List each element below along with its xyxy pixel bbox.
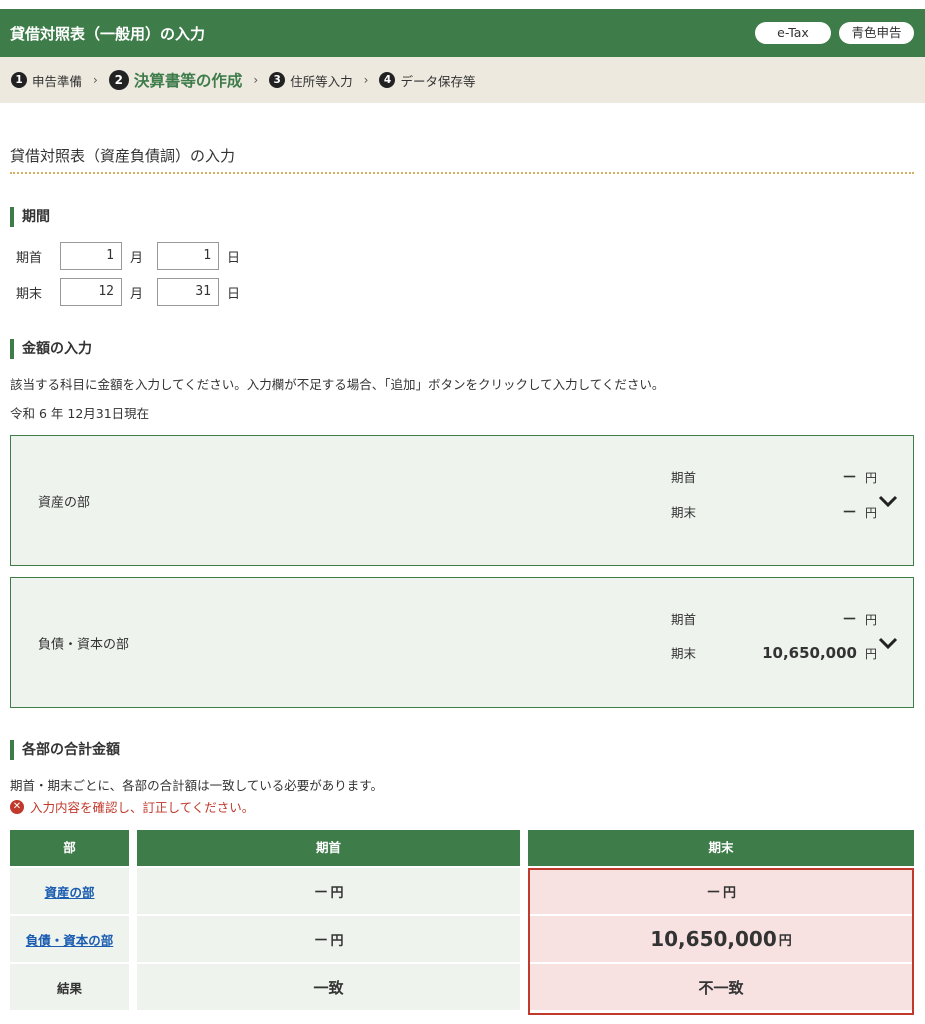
chevron-right-icon: › [363, 73, 369, 87]
end-value-row: 期末 10,650,000 円 [671, 643, 877, 678]
step-3-number-icon: 3 [269, 72, 286, 88]
error-text: 入力内容を確認し、訂正してください。 [30, 800, 255, 815]
table-row-liabilities-name: 負債・資本の部 [10, 916, 129, 962]
yen-unit: 円 [723, 885, 737, 901]
period-heading: 期間 [10, 207, 50, 227]
assets-start-value: － [313, 882, 329, 901]
end-value: － [841, 503, 857, 521]
start-value: － [841, 468, 857, 486]
end-month-input[interactable]: 12 [60, 278, 122, 306]
step-1-label: 申告準備 [32, 73, 83, 89]
day-unit: 日 [227, 250, 241, 266]
column-header-end: 期末 [528, 830, 914, 866]
step-2-label: 決算書等の作成 [133, 72, 243, 90]
amount-heading: 金額の入力 [10, 339, 92, 359]
month-unit: 月 [130, 250, 144, 266]
table-row-result-end: 不一致 [528, 964, 914, 1010]
step-4: 4 データ保存等 [379, 71, 476, 90]
etax-badge: e-Tax [755, 22, 831, 44]
yen-unit: 円 [865, 506, 878, 520]
table-row-liabilities-end: 10,650,000 円 [528, 916, 914, 962]
yen-unit: 円 [330, 885, 344, 901]
start-day-input[interactable]: 1 [157, 242, 220, 270]
end-value-row: 期末 － 円 [671, 501, 877, 536]
header-badges: e-Tax 青色申告 [755, 22, 914, 44]
month-unit: 月 [130, 286, 144, 302]
step-3-label: 住所等入力 [290, 73, 353, 89]
start-value-row: 期首 － 円 [671, 466, 877, 501]
section-name: 資産の部 [38, 495, 91, 510]
assets-section-accordion[interactable]: 資産の部 期首 － 円 期末 － 円 [10, 435, 914, 566]
result-label: 結果 [56, 980, 82, 996]
end-day-input[interactable]: 31 [157, 278, 220, 306]
page-header: 貸借対照表（一般用）の入力 e-Tax 青色申告 [0, 9, 925, 57]
liabilities-start-value: － [313, 930, 329, 949]
section-values: 期首 － 円 期末 － 円 [671, 466, 877, 536]
end-label: 期末 [671, 505, 697, 520]
yen-unit: 円 [865, 647, 878, 661]
table-row-liabilities-start: － 円 [137, 916, 520, 962]
table-row-result-name: 結果 [10, 964, 129, 1010]
yen-unit: 円 [778, 933, 792, 949]
step-2-number-icon: 2 [108, 70, 129, 90]
title-divider [10, 172, 914, 174]
progress-steps: 1 申告準備 › 2 決算書等の作成 › 3 住所等入力 › 4 データ保存等 [0, 57, 925, 103]
period-start-label: 期首 [16, 250, 43, 266]
error-icon: ✕ [10, 799, 24, 814]
result-end-value: 不一致 [698, 978, 744, 997]
chevron-right-icon: › [253, 73, 259, 87]
step-2: 2 決算書等の作成 [108, 69, 243, 91]
section-name: 負債・資本の部 [38, 637, 130, 652]
chevron-down-icon[interactable] [877, 632, 899, 654]
end-value: 10,650,000 [762, 644, 857, 662]
start-value: － [841, 610, 857, 628]
table-row-assets-name: 資産の部 [10, 868, 129, 914]
period-start-row: 期首 1 月 1 日 [16, 242, 254, 270]
step-4-number-icon: 4 [379, 72, 396, 88]
error-message: ✕ 入力内容を確認し、訂正してください。 [10, 797, 254, 816]
assets-link[interactable]: 資産の部 [44, 882, 94, 901]
step-3: 3 住所等入力 [269, 71, 353, 90]
column-header-start: 期首 [137, 830, 520, 866]
period-end-label: 期末 [16, 286, 43, 302]
chevron-down-icon[interactable] [877, 490, 899, 512]
table-row-result-start: 一致 [137, 964, 520, 1010]
totals-note: 期首・期末ごとに、各部の合計額は一致している必要があります。 [10, 778, 384, 793]
end-label: 期末 [671, 646, 697, 661]
section-values: 期首 － 円 期末 10,650,000 円 [671, 608, 877, 678]
step-1-number-icon: 1 [11, 72, 27, 88]
result-start-value: 一致 [313, 978, 344, 997]
liabilities-link[interactable]: 負債・資本の部 [26, 930, 114, 949]
start-label: 期首 [671, 470, 697, 485]
yen-unit: 円 [865, 471, 878, 485]
start-value-row: 期首 － 円 [671, 608, 877, 643]
chevron-right-icon: › [93, 73, 98, 87]
start-label: 期首 [671, 612, 697, 627]
yen-unit: 円 [865, 613, 878, 627]
table-row-assets-end: － 円 [528, 868, 914, 914]
yen-unit: 円 [330, 933, 344, 949]
liabilities-section-accordion[interactable]: 負債・資本の部 期首 － 円 期末 10,650,000 円 [10, 577, 914, 708]
start-month-input[interactable]: 1 [60, 242, 122, 270]
page-title: 貸借対照表（資産負債調）の入力 [10, 147, 236, 165]
day-unit: 日 [227, 286, 241, 302]
liabilities-end-value: 10,650,000 [650, 927, 777, 951]
step-4-label: データ保存等 [400, 73, 476, 89]
totals-heading: 各部の合計金額 [10, 740, 120, 760]
blue-return-badge: 青色申告 [839, 22, 914, 44]
step-1: 1 申告準備 [11, 71, 82, 90]
table-row-assets-start: － 円 [137, 868, 520, 914]
period-end-row: 期末 12 月 31 日 [16, 278, 254, 306]
assets-end-value: － [705, 882, 721, 901]
as-of-date: 令和 6 年 12月31日現在 [10, 406, 150, 421]
amount-instruction: 該当する科目に金額を入力してください。入力欄が不足する場合、「追加」ボタンをクリ… [10, 377, 665, 392]
header-title: 貸借対照表（一般用）の入力 [10, 24, 206, 43]
column-header-section: 部 [10, 830, 129, 866]
